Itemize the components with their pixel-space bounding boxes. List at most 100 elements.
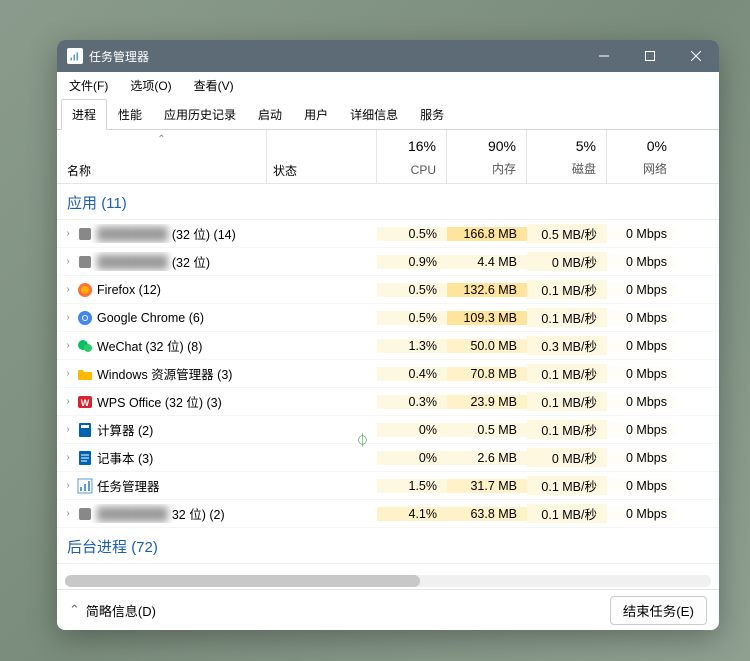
process-suffix: 32 位) (2) [172,504,225,523]
table-row[interactable]: › WeChat (32 位) (8) 1.3% 50.0 MB 0.3 MB/… [57,332,719,360]
horizontal-scrollbar[interactable] [65,575,711,587]
network-cell: 0 Mbps [607,339,677,353]
disk-cell: 0.1 MB/秒 [527,280,607,299]
process-icon: W [77,394,93,410]
expand-icon[interactable]: › [63,396,73,407]
process-icon [77,366,93,382]
expand-icon[interactable]: › [63,508,73,519]
table-row[interactable]: › Firefox (12) 0.5% 132.6 MB 0.1 MB/秒 0 … [57,276,719,304]
expand-icon[interactable]: › [63,424,73,435]
menubar: 文件(F) 选项(O) 查看(V) [57,72,719,98]
memory-cell: 132.6 MB [447,283,527,297]
tab-0[interactable]: 进程 [61,99,107,130]
process-name: ████████ [97,227,168,241]
table-row[interactable]: › ████████ (32 位) 0.9% 4.4 MB 0 MB/秒 0 M… [57,248,719,276]
expand-icon[interactable]: › [63,368,73,379]
col-disk[interactable]: 5% 磁盘 [527,130,607,183]
end-task-button[interactable]: 结束任务(E) [610,596,707,625]
group-bg[interactable]: 后台进程 (72) [57,528,719,564]
expand-icon[interactable]: › [63,256,73,267]
process-name-cell: › 任务管理器 [57,476,267,495]
col-name[interactable]: ⌃ 名称 [57,130,267,183]
network-cell: 0 Mbps [607,451,677,465]
scrollbar-thumb[interactable] [65,575,420,587]
process-name-cell: › Google Chrome (6) [57,310,267,326]
menu-file[interactable]: 文件(F) [63,75,114,96]
table-row[interactable]: › Google Chrome (6) 0.5% 109.3 MB 0.1 MB… [57,304,719,332]
network-cell: 0 Mbps [607,479,677,493]
menu-view[interactable]: 查看(V) [188,75,240,96]
eco-mode-icon: ⏀ [356,430,369,449]
expand-icon[interactable]: › [63,480,73,491]
process-name: Firefox (12) [97,283,161,297]
disk-cell: 0.1 MB/秒 [527,308,607,327]
col-disk-pct: 5% [527,138,596,154]
disk-cell: 0.1 MB/秒 [527,392,607,411]
col-network-pct: 0% [607,138,667,154]
table-row[interactable]: › 记事本 (3) 0% 2.6 MB 0 MB/秒 0 Mbps [57,444,719,472]
col-network-label: 网络 [607,160,667,177]
minimize-button[interactable] [581,40,627,72]
tab-6[interactable]: 服务 [409,99,455,129]
table-row[interactable]: › 任务管理器 1.5% 31.7 MB 0.1 MB/秒 0 Mbps [57,472,719,500]
process-name-cell: › Windows 资源管理器 (3) [57,364,267,383]
cpu-cell: 0.4% [377,367,447,381]
disk-cell: 0.1 MB/秒 [527,420,607,439]
expand-icon[interactable]: › [63,284,73,295]
fewer-details-link[interactable]: 简略信息(D) [86,601,156,620]
disk-cell: 0.5 MB/秒 [527,224,607,243]
process-icon [77,282,93,298]
table-row[interactable]: › Windows 资源管理器 (3) 0.4% 70.8 MB 0.1 MB/… [57,360,719,388]
expand-icon[interactable]: › [63,312,73,323]
disk-cell: 0.3 MB/秒 [527,336,607,355]
footer: ⌃ 简略信息(D) 结束任务(E) [57,590,719,630]
process-table: 应用 (11) › ████████ (32 位) (14) 0.5% 166.… [57,184,719,590]
col-status-label: 状态 [273,164,297,178]
table-row[interactable]: › ████████ 32 位) (2) 4.1% 63.8 MB 0.1 MB… [57,500,719,528]
disk-cell: 0 MB/秒 [527,448,607,467]
expand-icon[interactable]: › [63,452,73,463]
memory-cell: 23.9 MB [447,395,527,409]
process-name-cell: › 计算器 (2) [57,420,267,439]
disk-cell: 0.1 MB/秒 [527,476,607,495]
table-row[interactable]: › W WPS Office (32 位) (3) 0.3% 23.9 MB 0… [57,388,719,416]
process-name: ████████ [97,255,168,269]
process-name-cell: › 记事本 (3) [57,448,267,467]
tab-2[interactable]: 应用历史记录 [153,99,247,129]
process-icon [77,450,93,466]
expand-icon[interactable]: › [63,340,73,351]
col-memory[interactable]: 90% 内存 [447,130,527,183]
close-button[interactable] [673,40,719,72]
tab-4[interactable]: 用户 [293,99,339,129]
network-cell: 0 Mbps [607,311,677,325]
col-status[interactable]: 状态 [267,130,377,183]
memory-cell: 2.6 MB [447,451,527,465]
table-row[interactable]: › 计算器 (2) ⏀ 0% 0.5 MB 0.1 MB/秒 0 Mbps [57,416,719,444]
tab-1[interactable]: 性能 [107,99,153,129]
maximize-button[interactable] [627,40,673,72]
window-title: 任务管理器 [89,48,581,65]
process-name: WPS Office (32 位) (3) [97,392,222,411]
disk-cell: 0 MB/秒 [527,252,607,271]
memory-cell: 0.5 MB [447,423,527,437]
process-icon [77,506,93,522]
group-apps[interactable]: 应用 (11) [57,184,719,220]
col-name-label: 名称 [67,164,91,178]
menu-options[interactable]: 选项(O) [124,75,177,96]
cpu-cell: 0.5% [377,283,447,297]
process-icon [77,422,93,438]
process-suffix: (32 位) (14) [172,224,236,243]
titlebar[interactable]: 任务管理器 [57,40,719,72]
tab-5[interactable]: 详细信息 [339,99,409,129]
process-name-cell: › ████████ (32 位) (14) [57,224,267,243]
group-apps-label: 应用 [67,195,97,212]
col-cpu[interactable]: 16% CPU [377,130,447,183]
disk-cell: 0.1 MB/秒 [527,504,607,523]
tab-3[interactable]: 启动 [247,99,293,129]
process-name: 计算器 (2) [97,420,153,439]
col-network[interactable]: 0% 网络 [607,130,677,183]
expand-icon[interactable]: › [63,228,73,239]
table-row[interactable]: › ████████ (32 位) (14) 0.5% 166.8 MB 0.5… [57,220,719,248]
group-bg-label: 后台进程 [67,539,127,556]
network-cell: 0 Mbps [607,283,677,297]
